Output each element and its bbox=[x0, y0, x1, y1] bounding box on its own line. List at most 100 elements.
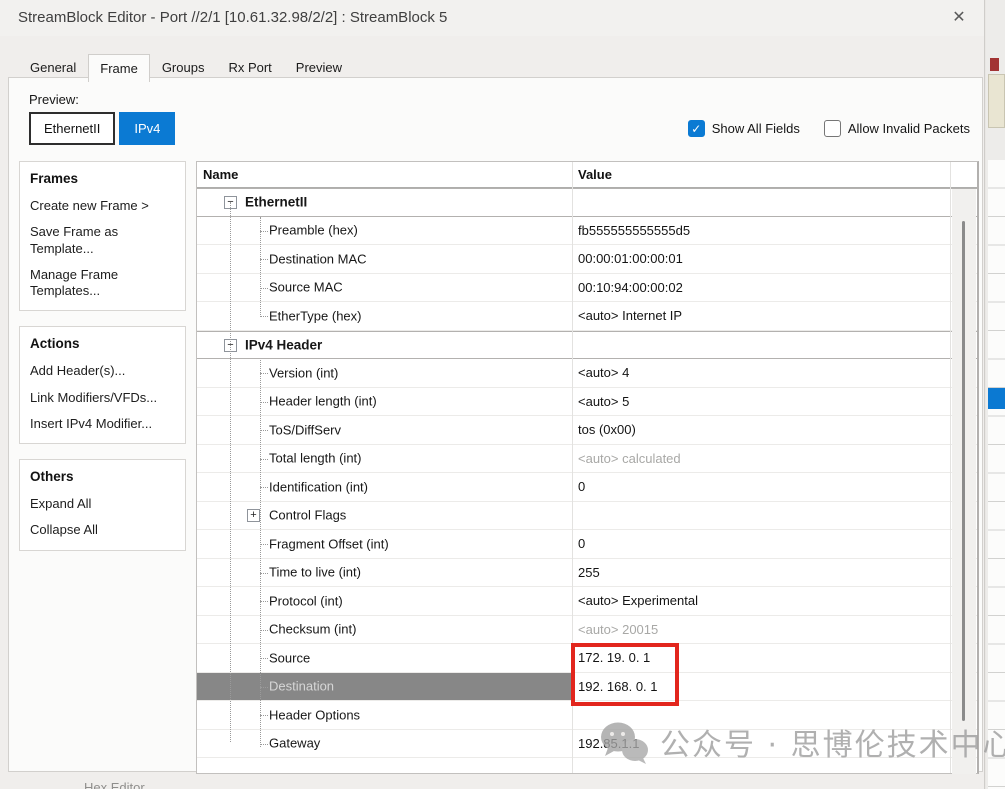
table-row-protocol-int[interactable]: Protocol (int) <auto> Experimental bbox=[197, 587, 977, 616]
background-table-rows bbox=[988, 160, 1005, 789]
field-value-cell[interactable]: <auto> Internet IP bbox=[578, 302, 682, 330]
name-cell[interactable]: Identification (int) bbox=[197, 473, 572, 501]
table-row-tos-diffserv[interactable]: ToS/DiffServtos (0x00) bbox=[197, 416, 977, 445]
tree-branch-line bbox=[260, 744, 268, 745]
sidebar-item-add-header-s[interactable]: Add Header(s)... bbox=[20, 358, 185, 384]
sidebar-item-manage-frame-templates[interactable]: Manage Frame Templates... bbox=[20, 262, 185, 305]
table-row-ipv4-header[interactable]: −IPv4 Header bbox=[197, 331, 977, 360]
field-name-label: Preamble (hex) bbox=[269, 223, 358, 238]
name-cell[interactable]: Source bbox=[197, 644, 572, 672]
name-cell[interactable]: Total length (int) bbox=[197, 445, 572, 473]
table-row-version-int[interactable]: Version (int)<auto> 4 bbox=[197, 359, 977, 388]
table-row-checksum-int[interactable]: Checksum (int)<auto> 20015 bbox=[197, 616, 977, 645]
name-cell[interactable]: Fragment Offset (int) bbox=[197, 530, 572, 558]
field-name-label: IPv4 Header bbox=[245, 337, 322, 352]
field-value-cell[interactable]: <auto> Experimental bbox=[578, 587, 698, 615]
name-cell[interactable]: Source MAC bbox=[197, 274, 572, 302]
name-cell[interactable]: Gateway bbox=[197, 730, 572, 758]
sidebar-item-expand-all[interactable]: Expand All bbox=[20, 491, 185, 517]
allow-invalid-packets-option[interactable]: ✓ Allow Invalid Packets bbox=[824, 120, 970, 137]
field-value-cell[interactable]: 0 bbox=[578, 473, 585, 501]
field-name-label: Control Flags bbox=[269, 508, 346, 523]
name-cell[interactable]: −EthernetII bbox=[197, 189, 572, 216]
tab-rx-port[interactable]: Rx Port bbox=[216, 55, 283, 81]
field-value-cell[interactable]: fb555555555555d5 bbox=[578, 217, 690, 245]
background-selected-row bbox=[988, 388, 1005, 409]
field-value-cell[interactable]: <auto> calculated bbox=[578, 445, 681, 473]
field-name-label: Protocol (int) bbox=[269, 593, 343, 608]
name-cell[interactable]: + Control Flags bbox=[197, 502, 572, 530]
table-row-preamble-hex[interactable]: Preamble (hex) fb555555555555d5 bbox=[197, 217, 977, 246]
sidebar-item-link-modifiers-vfds[interactable]: Link Modifiers/VFDs... bbox=[20, 385, 185, 411]
name-cell[interactable]: Protocol (int) bbox=[197, 587, 572, 615]
field-value-cell[interactable]: <auto> 4 bbox=[578, 359, 629, 387]
field-value-cell[interactable]: <auto> 5 bbox=[578, 388, 629, 416]
field-name-label: Gateway bbox=[269, 736, 320, 751]
table-row-control-flags[interactable]: + Control Flags bbox=[197, 502, 977, 531]
table-row-source-mac[interactable]: Source MAC00:10:94:00:00:02 bbox=[197, 274, 977, 303]
field-value-cell[interactable]: 0 bbox=[578, 530, 585, 558]
table-scrollbar[interactable] bbox=[952, 189, 976, 774]
allow-invalid-packets-checkbox[interactable]: ✓ bbox=[824, 120, 841, 137]
preview-segment-ethernetii[interactable]: EthernetII bbox=[29, 112, 115, 145]
name-cell[interactable]: Header Options bbox=[197, 701, 572, 729]
sidebar-item-collapse-all[interactable]: Collapse All bbox=[20, 517, 185, 543]
name-cell[interactable]: Version (int) bbox=[197, 359, 572, 387]
tab-frame[interactable]: Frame bbox=[88, 54, 150, 82]
field-value-cell[interactable]: tos (0x00) bbox=[578, 416, 636, 444]
name-cell[interactable]: EtherType (hex) bbox=[197, 302, 572, 330]
highlight-red-box bbox=[571, 643, 679, 706]
table-row-identification-int[interactable]: Identification (int)0 bbox=[197, 473, 977, 502]
scrollbar-thumb[interactable] bbox=[962, 221, 965, 721]
show-all-fields-option[interactable]: ✓ Show All Fields bbox=[688, 120, 800, 137]
sidebar-item-insert-ipv4-modifier[interactable]: Insert IPv4 Modifier... bbox=[20, 411, 185, 437]
tree-branch-line bbox=[260, 402, 268, 403]
tree-branch-line bbox=[260, 687, 268, 688]
name-cell[interactable]: Destination MAC bbox=[197, 245, 572, 273]
table-row-destination-mac[interactable]: Destination MAC00:00:01:00:00:01 bbox=[197, 245, 977, 274]
field-name-label: Header length (int) bbox=[269, 394, 377, 409]
tab-general[interactable]: General bbox=[18, 55, 88, 81]
field-value-cell[interactable]: 00:00:01:00:00:01 bbox=[578, 245, 683, 273]
close-icon[interactable]: ✕ bbox=[946, 6, 972, 30]
column-header-value: Value bbox=[578, 167, 612, 182]
preview-segment-ipv4[interactable]: IPv4 bbox=[119, 112, 175, 145]
name-cell[interactable]: Checksum (int) bbox=[197, 616, 572, 644]
tree-line bbox=[230, 202, 231, 742]
tab-preview[interactable]: Preview bbox=[284, 55, 354, 81]
name-cell[interactable]: Header length (int) bbox=[197, 388, 572, 416]
tab-bar: GeneralFrameGroupsRx PortPreview bbox=[18, 54, 354, 81]
sidebar-item-create-new-frame[interactable]: Create new Frame > bbox=[20, 193, 185, 219]
field-value-cell[interactable]: <auto> 20015 bbox=[578, 616, 658, 644]
preview-label: Preview: bbox=[29, 92, 79, 107]
tree-branch-line bbox=[260, 630, 268, 631]
expander-plus-icon[interactable]: + bbox=[247, 509, 260, 522]
wechat-icon bbox=[598, 720, 650, 764]
name-cell[interactable]: ToS/DiffServ bbox=[197, 416, 572, 444]
field-name-label: Total length (int) bbox=[269, 451, 362, 466]
title-bar[interactable]: StreamBlock Editor - Port //2/1 [10.61.3… bbox=[0, 0, 984, 36]
sidebar-item-save-frame-as-template[interactable]: Save Frame as Template... bbox=[20, 219, 185, 262]
preview-header-buttons: EthernetIIIPv4 bbox=[29, 112, 175, 145]
tab-groups[interactable]: Groups bbox=[150, 55, 217, 81]
tree-branch-line bbox=[260, 487, 268, 488]
field-name-label: EtherType (hex) bbox=[269, 308, 362, 323]
table-row-ethernetii[interactable]: −EthernetII bbox=[197, 188, 977, 217]
table-row-fragment-offset-int[interactable]: Fragment Offset (int)0 bbox=[197, 530, 977, 559]
table-row-header-length-int[interactable]: Header length (int) <auto> 5 bbox=[197, 388, 977, 417]
background-window-strip bbox=[986, 0, 1005, 789]
watermark-text: 公众号 · 思博伦技术中心 bbox=[660, 720, 1005, 764]
show-all-fields-checkbox[interactable]: ✓ bbox=[688, 120, 705, 137]
name-cell[interactable]: Destination bbox=[197, 673, 572, 701]
table-row-time-to-live-int[interactable]: Time to live (int) 255 bbox=[197, 559, 977, 588]
tree-branch-line bbox=[260, 373, 268, 374]
field-value-cell[interactable]: 00:10:94:00:00:02 bbox=[578, 274, 683, 302]
tree-branch-line bbox=[260, 715, 268, 716]
name-cell[interactable]: Time to live (int) bbox=[197, 559, 572, 587]
name-cell[interactable]: −IPv4 Header bbox=[197, 332, 572, 359]
field-name-label: EthernetII bbox=[245, 195, 307, 210]
table-row-total-length-int[interactable]: Total length (int) <auto> calculated bbox=[197, 445, 977, 474]
table-row-ethertype-hex[interactable]: EtherType (hex) <auto> Internet IP bbox=[197, 302, 977, 331]
field-value-cell[interactable]: 255 bbox=[578, 559, 600, 587]
name-cell[interactable]: Preamble (hex) bbox=[197, 217, 572, 245]
